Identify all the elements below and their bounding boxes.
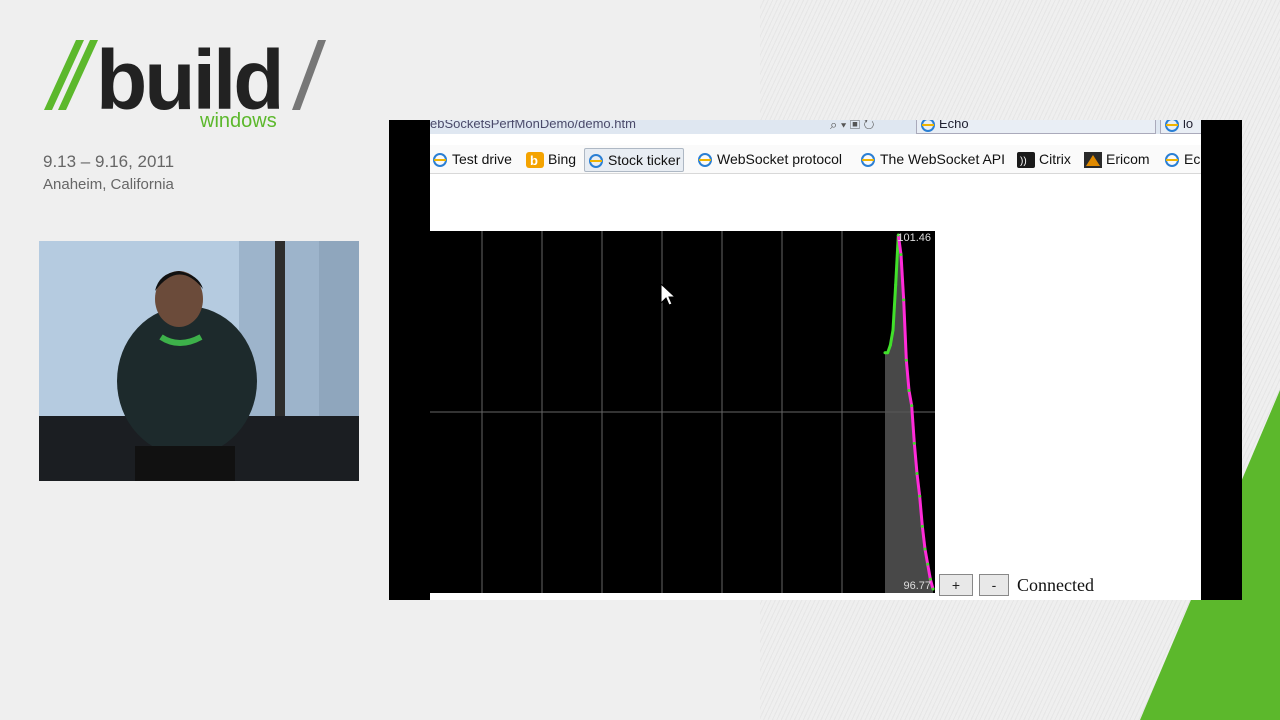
fav-websocket-api[interactable]: The WebSocket API (860, 148, 1005, 170)
series-point (923, 547, 927, 551)
address-bar[interactable]: ebSocketsPerfMonDemo/demo.htm ⌕ ▾ ▣ ↻ Ec… (430, 120, 1201, 134)
ie-icon (921, 120, 935, 132)
series-point (894, 283, 898, 287)
ie-icon (698, 153, 712, 168)
ie-icon (589, 154, 603, 169)
tab-label: lo (1183, 120, 1194, 131)
fav-ericom[interactable]: Ericom (1084, 148, 1150, 170)
series-area (885, 235, 933, 593)
series-point (904, 358, 908, 362)
max-price-label: 101.46 (897, 232, 931, 244)
chart-bottom-border (430, 594, 935, 600)
build-logo: build windows (44, 30, 344, 140)
zoom-in-button[interactable]: + (939, 574, 973, 596)
browser-window: ebSocketsPerfMonDemo/demo.htm ⌕ ▾ ▣ ↻ Ec… (430, 120, 1201, 600)
fav-label: The WebSocket API (880, 151, 1006, 167)
speaker-illustration (39, 241, 359, 481)
series-point (886, 351, 890, 355)
series-point (888, 343, 892, 347)
fav-ec[interactable]: Ec (1164, 148, 1200, 170)
speaker-video (39, 241, 359, 481)
fav-citrix[interactable]: )) Citrix (1017, 148, 1071, 170)
series-point (926, 562, 930, 566)
series-point (915, 472, 919, 476)
favorites-bar: Test drive b Bing Stock ticker WebSocket … (430, 145, 1201, 174)
series-point (910, 404, 914, 408)
fav-label: Citrix (1039, 151, 1071, 167)
fav-label: WebSocket protocol (717, 151, 843, 167)
ie-icon (861, 153, 875, 168)
svg-text:b: b (530, 153, 538, 168)
min-price-label: 96.77 (903, 580, 931, 592)
screen-share: ebSocketsPerfMonDemo/demo.htm ⌕ ▾ ▣ ↻ Ec… (389, 120, 1242, 600)
connection-status: Connected (1017, 575, 1094, 595)
fav-test-drive[interactable]: Test drive (432, 148, 512, 170)
series-point (918, 494, 922, 498)
address-url[interactable]: ebSocketsPerfMonDemo/demo.htm (430, 120, 636, 131)
series-point (899, 253, 903, 257)
series-point (920, 524, 924, 528)
fav-label: Stock ticker (608, 152, 681, 168)
series-point (907, 388, 911, 392)
event-location: Anaheim, California (43, 176, 174, 193)
ie-icon (1165, 120, 1179, 132)
series-point (912, 441, 916, 445)
event-date: 9.13 – 9.16, 2011 (43, 152, 175, 171)
mouse-cursor-icon (660, 283, 676, 306)
fav-label: Test drive (452, 151, 512, 167)
address-icons[interactable]: ⌕ ▾ ▣ ↻ (830, 120, 874, 133)
zoom-out-button[interactable]: - (979, 574, 1009, 596)
tab-lo[interactable]: lo (1160, 120, 1201, 134)
fav-stock-ticker[interactable]: Stock ticker (584, 148, 685, 172)
ie-icon (1165, 153, 1179, 168)
citrix-icon: )) (1017, 152, 1035, 169)
fav-label: Ec (1184, 151, 1201, 167)
ericom-icon (1084, 152, 1102, 169)
logo-windows: windows (200, 110, 277, 132)
tab-label: Echo (939, 120, 969, 131)
fav-bing[interactable]: b Bing (526, 148, 576, 170)
series-point (883, 351, 887, 355)
series-point (891, 328, 895, 332)
bing-icon: b (526, 152, 544, 169)
series-point (931, 587, 935, 591)
svg-text:)): )) (1020, 156, 1027, 167)
ticker-plot (430, 231, 935, 593)
fav-label: Ericom (1106, 151, 1150, 167)
series-point (902, 298, 906, 302)
tab-echo[interactable]: Echo (916, 120, 1156, 134)
ie-icon (433, 153, 447, 168)
fav-websocket-protocol[interactable]: WebSocket protocol (697, 148, 842, 170)
fav-label: Bing (548, 151, 577, 167)
stock-ticker-chart: 101.46 96.77 (430, 231, 935, 593)
